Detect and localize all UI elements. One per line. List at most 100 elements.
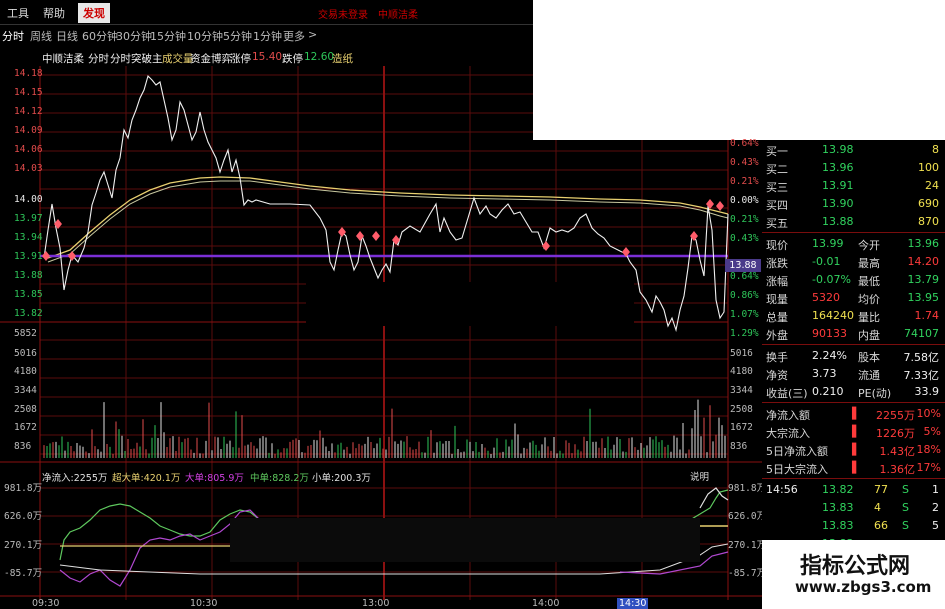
stat-label: 股本 <box>858 351 880 364</box>
quote-label: 现价 <box>766 239 788 252</box>
menu-tools[interactable]: 工具 <box>2 3 34 23</box>
flow-bar: ▌ <box>852 407 861 420</box>
flow-label: 净流入额 <box>766 409 810 422</box>
quote-label: 最高 <box>858 257 880 270</box>
stat-label: 净资 <box>766 369 788 382</box>
chevron-right-icon[interactable]: > <box>308 28 317 41</box>
flow-pct: 17% <box>916 461 941 474</box>
price-tick: 14.03 <box>14 163 43 174</box>
limit-down-label: 跌停 <box>282 53 303 65</box>
crosshair-time: 14:30 <box>617 598 649 609</box>
period-60min[interactable]: 60分钟 <box>82 28 118 44</box>
large-order-label: 大单:805.9万 <box>185 473 244 484</box>
vol-tick: 2508 <box>730 404 753 415</box>
quote-value: 13.95 <box>907 291 940 304</box>
tab-intraday[interactable]: 分时 <box>88 51 109 66</box>
menu-discover[interactable]: 发现 <box>78 3 110 23</box>
period-weekly[interactable]: 周线 <box>30 28 52 44</box>
bid-price: 13.88 <box>822 215 854 228</box>
bid-label: 买二 <box>766 163 788 176</box>
tick-volume: 77 <box>874 483 888 496</box>
tab-volume[interactable]: 成交量 <box>162 51 194 66</box>
tick-price: 13.83 <box>822 501 854 514</box>
flow-label: 大宗流入 <box>766 427 810 440</box>
quote-value: 13.79 <box>907 273 940 286</box>
stat-value: 33.9 <box>914 385 940 398</box>
limit-up-value: 15.40 <box>252 51 283 63</box>
quote-value: 13.99 <box>812 237 844 250</box>
sector-label[interactable]: 造纸 <box>332 51 353 66</box>
time-tick: 14:00 <box>532 598 560 609</box>
period-15min[interactable]: 15分钟 <box>150 28 186 44</box>
tab-fund-game[interactable]: 资金博弈 <box>190 51 232 66</box>
stat-row: 净资 3.73 流通 7.33亿 <box>762 366 945 382</box>
quote-label: 内盘 <box>858 329 880 342</box>
flow-label: 5日大宗流入 <box>766 463 828 476</box>
bid-price: 13.96 <box>822 161 854 174</box>
bid-row: 买三 13.91 24 <box>762 178 945 194</box>
help-button[interactable]: 说明 <box>690 469 710 483</box>
menu-help[interactable]: 帮助 <box>38 3 70 23</box>
watermark-url: www.zbgs3.com <box>795 578 932 596</box>
vol-tick: 3344 <box>14 385 37 396</box>
bid-label: 买四 <box>766 199 788 212</box>
period-daily[interactable]: 日线 <box>56 28 78 44</box>
quote-row: 外盘 90133 内盘 74107 <box>762 326 945 342</box>
vol-tick: 5016 <box>14 348 37 359</box>
bid-row: 买二 13.96 100 <box>762 160 945 176</box>
bid-volume: 8 <box>932 143 939 156</box>
stat-row: 收益(三) 0.210 PE(动) 33.9 <box>762 384 945 400</box>
period-5min[interactable]: 5分钟 <box>223 28 252 44</box>
bid-volume: 24 <box>925 179 939 192</box>
pct-tick: 1.29% <box>730 328 759 339</box>
quote-label: 量比 <box>858 311 880 324</box>
price-tick: 14.15 <box>14 87 43 98</box>
tick-side: S <box>902 483 909 496</box>
period-intraday[interactable]: 分时 <box>2 28 24 44</box>
bid-label: 买一 <box>766 145 788 158</box>
trade-login-status[interactable]: 交易未登录 <box>318 6 368 21</box>
flow-row: 5日大宗流入 ▌ 1.36亿 17% <box>762 460 945 476</box>
bid-price: 13.98 <box>822 143 854 156</box>
bid-row: 买五 13.88 870 <box>762 214 945 230</box>
quote-panel: 买一 13.98 8 买二 13.96 100 买三 13.91 24 买四 13.90 690 买五 1… <box>762 140 945 609</box>
panel-divider <box>762 478 945 479</box>
price-tick: 13.82 <box>14 308 43 319</box>
flow-value: 1.43亿 <box>879 445 916 458</box>
vol-tick: 2508 <box>14 404 37 415</box>
pct-tick: 1.07% <box>730 309 759 320</box>
flow-bar: ▌ <box>852 461 861 474</box>
tab-breakout[interactable]: 分时突破主 <box>110 51 163 66</box>
flow-tick: 270.1万 <box>728 540 767 551</box>
quote-value: 14.20 <box>907 255 940 268</box>
tick-row: 13.83 66 S 5 <box>762 518 945 534</box>
period-10min[interactable]: 10分钟 <box>187 28 223 44</box>
quote-row: 现量 5320 均价 13.95 <box>762 290 945 306</box>
period-1min[interactable]: 1分钟 <box>253 28 282 44</box>
bid-label: 买三 <box>766 181 788 194</box>
limit-down-value: 12.60 <box>304 51 335 63</box>
price-tick: 13.88 <box>14 270 43 281</box>
period-30min[interactable]: 30分钟 <box>116 28 152 44</box>
time-tick: 10:30 <box>190 598 218 609</box>
price-tick: 14.09 <box>14 125 43 136</box>
quote-value: 5320 <box>812 291 840 304</box>
quote-row: 现价 13.99 今开 13.96 <box>762 236 945 252</box>
price-tick: 14.00 <box>14 194 43 205</box>
tick-side: S <box>902 519 909 532</box>
tick-count: 2 <box>932 501 939 514</box>
period-more[interactable]: 更多 <box>283 28 305 44</box>
quote-label: 现量 <box>766 293 788 306</box>
flow-tick: 270.1万 <box>4 540 43 551</box>
tick-row: 14:56 13.82 77 S 1 <box>762 482 945 498</box>
tick-price: 13.83 <box>822 519 854 532</box>
flow-row: 净流入额 ▌ 2255万 10% <box>762 406 945 422</box>
watermark-title: 指标公式网 <box>800 554 911 579</box>
stat-label: 流通 <box>858 369 880 382</box>
net-inflow-label: 净流入:2255万 <box>42 473 108 484</box>
flow-row: 5日净流入额 ▌ 1.43亿 18% <box>762 442 945 458</box>
tick-row: 13.83 4 S 2 <box>762 500 945 516</box>
vol-tick: 1672 <box>730 422 753 433</box>
signal-marker <box>372 231 380 241</box>
flow-pct: 10% <box>916 407 941 420</box>
